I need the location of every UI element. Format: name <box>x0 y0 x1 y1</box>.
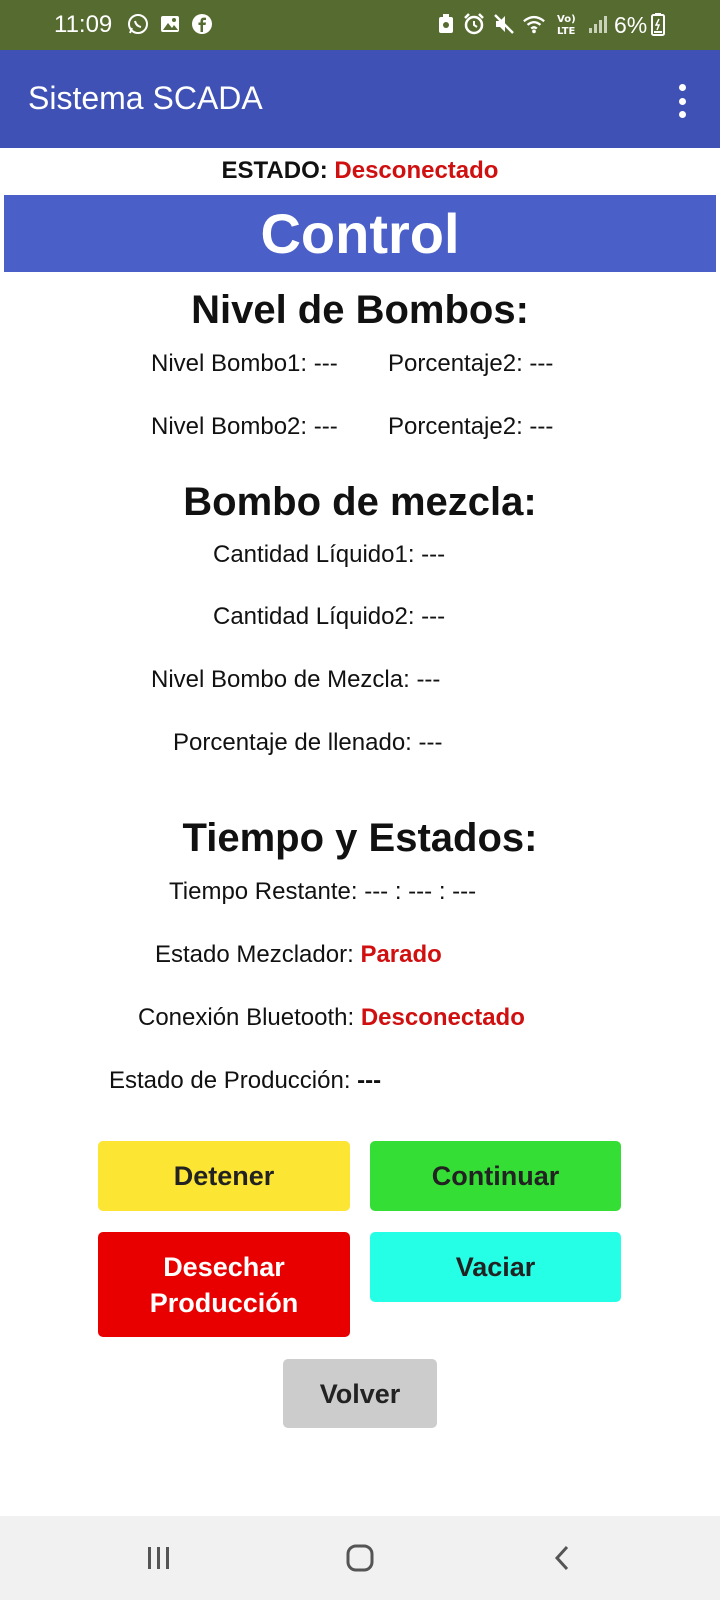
vaciar-button[interactable]: Vaciar <box>370 1232 621 1302</box>
battery-icon <box>650 12 666 36</box>
desechar-label-line2: Producción <box>149 1287 299 1318</box>
volver-button[interactable]: Volver <box>283 1359 437 1428</box>
svg-text:Vo): Vo) <box>557 14 576 25</box>
vaciar-label: Vaciar <box>455 1252 536 1282</box>
desechar-label-line1: Desechar <box>163 1251 285 1282</box>
cantidad-liquido2-text: Cantidad Líquido2: --- <box>213 603 446 630</box>
volte-icon: Vo) LTE <box>554 12 584 36</box>
estado-label: ESTADO: <box>221 157 328 184</box>
back-icon[interactable] <box>538 1536 586 1580</box>
whatsapp-icon <box>126 12 150 36</box>
app-bar: Sistema SCADA <box>0 50 720 148</box>
detener-label: Detener <box>173 1161 275 1191</box>
control-banner: Control <box>4 195 716 272</box>
conexion-bluetooth-value: Desconectado <box>360 1004 525 1031</box>
battery-percentage: 6% <box>614 12 648 38</box>
control-title: Control <box>260 202 460 265</box>
svg-text:LTE: LTE <box>557 26 576 36</box>
tiempo-restante-text: Tiempo Restante: --- : --- : --- <box>169 878 477 905</box>
home-icon[interactable] <box>336 1536 384 1580</box>
continuar-button[interactable]: Continuar <box>370 1141 621 1211</box>
alarm-icon <box>462 12 486 36</box>
app-title: Sistema SCADA <box>28 80 263 116</box>
volver-label: Volver <box>319 1378 401 1409</box>
estado-value: Desconectado <box>334 157 499 184</box>
tiempo-estados-title: Tiempo y Estados: <box>182 816 538 860</box>
porcentaje-llenado-text: Porcentaje de llenado: --- <box>173 729 443 756</box>
estado-produccion-label: Estado de Producción: <box>109 1067 351 1094</box>
system-nav-bar <box>0 1516 720 1600</box>
estado-mezclador-row: Estado Mezclador: Parado <box>155 941 442 969</box>
status-bar: 11:09 Vo) LTE 6% <box>0 0 720 50</box>
conexion-bluetooth-label: Conexión Bluetooth: <box>138 1004 355 1031</box>
bombo-mezcla-title: Bombo de mezcla: <box>183 480 537 524</box>
estado-mezclador-value: Parado <box>360 941 442 968</box>
nivel-bombo2-text: Nivel Bombo2: --- <box>151 413 338 440</box>
overflow-menu-icon[interactable] <box>664 84 700 118</box>
porcentaje-bombo1-text: Porcentaje2: --- <box>388 350 554 377</box>
desechar-produccion-button[interactable]: Desechar Producción <box>98 1232 350 1337</box>
nivel-bombo-mezcla-text: Nivel Bombo de Mezcla: --- <box>151 666 441 693</box>
porcentaje-bombo2-text: Porcentaje2: --- <box>388 413 554 440</box>
estado-mezclador-label: Estado Mezclador: <box>155 941 354 968</box>
nivel-bombo1-text: Nivel Bombo1: --- <box>151 350 338 377</box>
recent-apps-icon[interactable] <box>135 1536 183 1580</box>
wifi-icon <box>522 12 546 36</box>
detener-button[interactable]: Detener <box>98 1141 350 1211</box>
nivel-bombos-title: Nivel de Bombos: <box>191 288 529 332</box>
status-time: 11:09 <box>54 11 113 38</box>
facebook-icon <box>190 12 214 36</box>
estado-produccion-value: --- <box>357 1067 382 1094</box>
continuar-label: Continuar <box>431 1161 560 1191</box>
estado-produccion-row: Estado de Producción: --- <box>109 1067 381 1095</box>
gallery-icon <box>158 12 182 36</box>
conexion-bluetooth-row: Conexión Bluetooth: Desconectado <box>138 1004 525 1032</box>
mute-icon <box>492 12 516 36</box>
battery-saver-icon <box>434 12 458 36</box>
signal-icon <box>586 12 610 36</box>
cantidad-liquido1-text: Cantidad Líquido1: --- <box>213 541 446 568</box>
connection-status: ESTADO: Desconectado <box>0 157 720 185</box>
